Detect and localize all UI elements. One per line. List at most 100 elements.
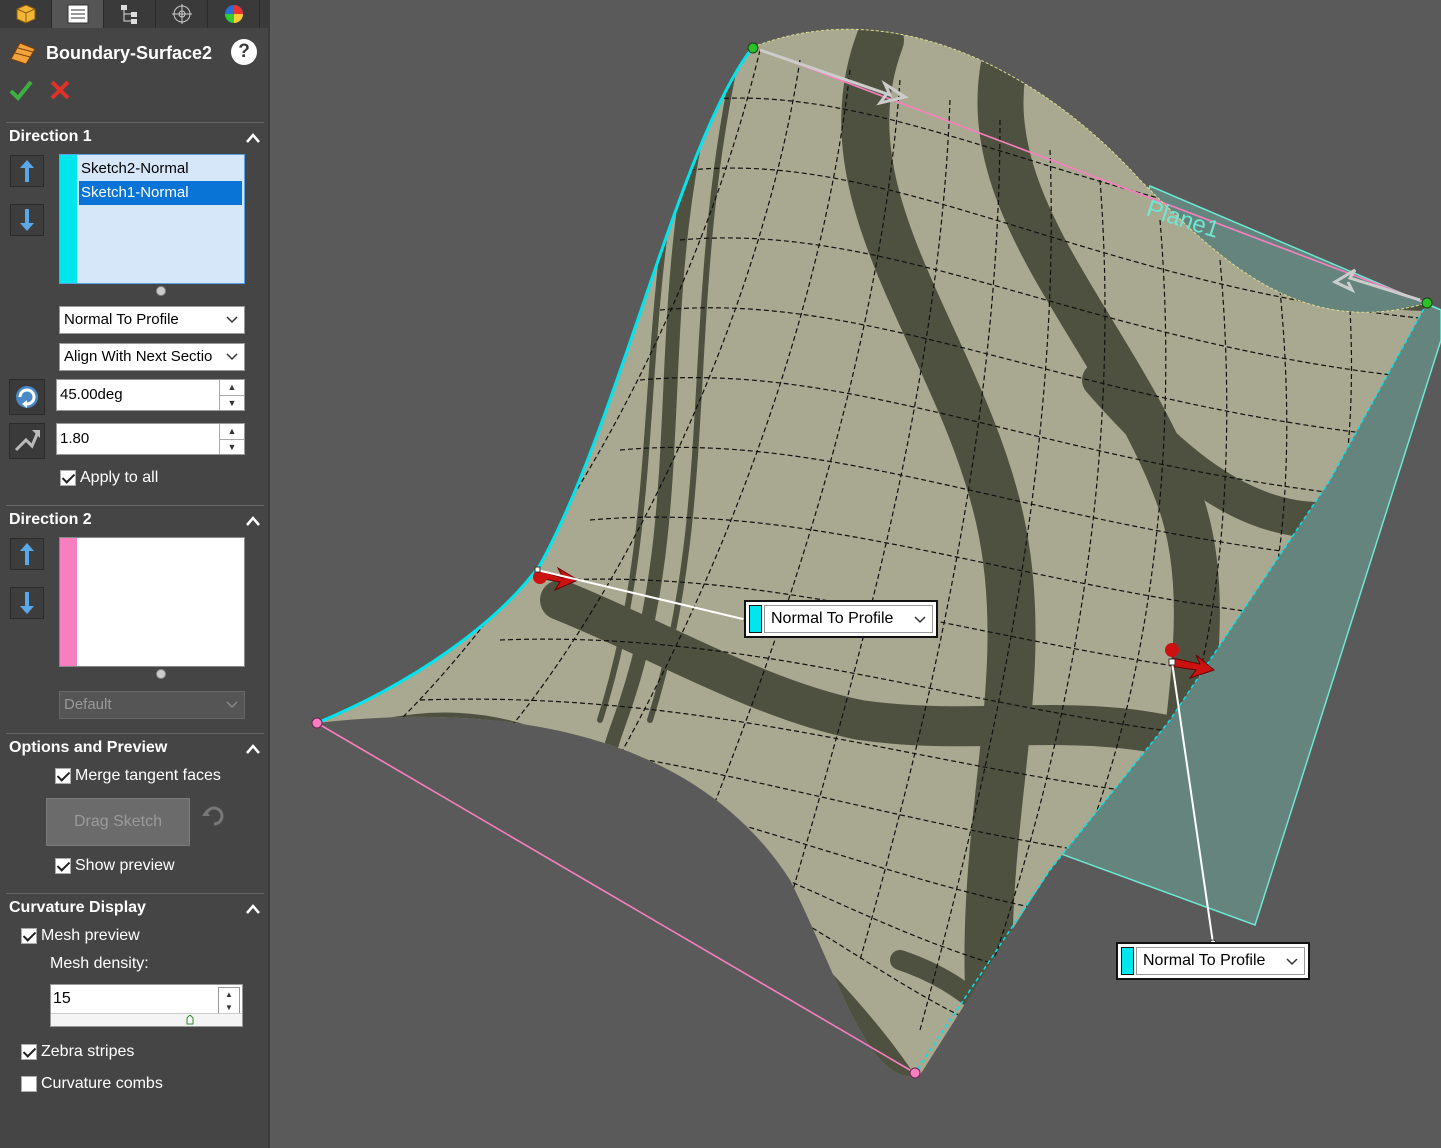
- checkbox-box[interactable]: [21, 1076, 37, 1092]
- tab-configuration-manager[interactable]: [104, 0, 156, 28]
- mesh-density-slider[interactable]: [51, 1013, 242, 1026]
- collapse-caret-icon[interactable]: [246, 131, 260, 145]
- endpoint-pink[interactable]: [311, 717, 323, 729]
- mesh-preview-checkbox[interactable]: Mesh preview: [21, 927, 140, 945]
- checkbox-box[interactable]: [60, 470, 76, 486]
- drag-sketch-button: Drag Sketch: [46, 798, 190, 846]
- draft-angle-input[interactable]: 45.00deg ▲ ▼: [56, 379, 245, 411]
- move-down-button[interactable]: [10, 204, 44, 236]
- list-item[interactable]: Sketch2-Normal: [79, 157, 242, 181]
- feature-header: Boundary-Surface2 ?: [8, 38, 263, 68]
- tab-dimxpert-manager[interactable]: [156, 0, 208, 28]
- direction1-color-strip: [60, 155, 77, 283]
- chevron-down-icon: [226, 316, 238, 324]
- checkbox-box[interactable]: [21, 1044, 37, 1060]
- slider-thumb[interactable]: [186, 1015, 194, 1025]
- curvature-header[interactable]: Curvature Display: [6, 893, 264, 921]
- chevron-down-icon: [226, 701, 238, 709]
- chevron-down-icon[interactable]: [914, 615, 926, 625]
- graphics-viewport[interactable]: Plane1 Normal To Profile Normal To Profi…: [270, 0, 1441, 1148]
- apply-to-all-checkbox[interactable]: Apply to all: [60, 469, 158, 487]
- direction1-profile-list[interactable]: Sketch2-Normal Sketch1-Normal: [59, 154, 245, 284]
- checkbox-box[interactable]: [55, 858, 71, 874]
- endpoint-green[interactable]: [747, 42, 759, 54]
- move-up-button[interactable]: [10, 538, 44, 570]
- zebra-stripes-label: Zebra stripes: [41, 1043, 135, 1060]
- curvature-combs-checkbox[interactable]: Curvature combs: [21, 1075, 163, 1093]
- alignment-value: Align With Next Sectio: [64, 348, 213, 365]
- tangent-callout-2[interactable]: Normal To Profile: [1116, 942, 1310, 980]
- arrow-up-icon: [20, 543, 34, 565]
- boundary-surface-icon: [10, 42, 36, 65]
- direction1-alignment-select[interactable]: Align With Next Sectio: [59, 343, 245, 371]
- show-preview-label: Show preview: [75, 857, 175, 874]
- undo-sketch-drag-icon: [202, 806, 224, 826]
- options-title: Options and Preview: [9, 739, 168, 756]
- draft-angle-value: 45.00deg: [60, 386, 123, 403]
- collapse-caret-icon[interactable]: [246, 902, 260, 916]
- arrow-down-icon: [20, 592, 34, 614]
- direction1-header[interactable]: Direction 1: [6, 122, 264, 150]
- tangent-length-value: 1.80: [60, 430, 90, 447]
- callout-color-strip: [749, 605, 762, 633]
- checkbox-box[interactable]: [55, 768, 71, 784]
- move-down-button[interactable]: [10, 587, 44, 619]
- spin-up-button[interactable]: ▲: [220, 424, 244, 440]
- mesh-preview-label: Mesh preview: [41, 927, 140, 944]
- arrow-down-icon: [20, 209, 34, 231]
- mesh-density-value: 15: [53, 990, 71, 1007]
- callout-value: Normal To Profile: [1143, 952, 1266, 969]
- direction2-tangent-select: Default: [59, 691, 245, 719]
- config-tree-icon: [120, 5, 137, 24]
- spin-up-button[interactable]: ▲: [219, 988, 239, 1001]
- tangent-type-value: Normal To Profile: [64, 311, 179, 328]
- direction2-header[interactable]: Direction 2: [6, 505, 264, 533]
- help-icon[interactable]: ?: [231, 39, 257, 65]
- tab-display-manager[interactable]: [208, 0, 260, 28]
- mesh-density-label: Mesh density:: [50, 955, 149, 972]
- arrow-up-icon: [20, 160, 34, 182]
- ok-checkmark-icon[interactable]: [8, 78, 34, 102]
- direction1-title: Direction 1: [9, 128, 92, 145]
- crosshair-icon: [171, 4, 192, 24]
- mesh-density-input[interactable]: 15 ▲ ▼: [50, 984, 243, 1027]
- part-icon: [16, 4, 35, 24]
- manager-tabs: [0, 0, 268, 28]
- list-item[interactable]: Sketch1-Normal: [79, 181, 242, 205]
- merge-tangent-faces-checkbox[interactable]: Merge tangent faces: [55, 767, 221, 785]
- options-header[interactable]: Options and Preview: [6, 733, 264, 761]
- list-resize-handle[interactable]: [156, 286, 166, 296]
- checkbox-box[interactable]: [21, 928, 37, 944]
- list-resize-handle[interactable]: [156, 669, 166, 679]
- merge-tangent-faces-label: Merge tangent faces: [75, 767, 221, 784]
- tangent-type-value: Default: [64, 696, 112, 713]
- show-preview-checkbox[interactable]: Show preview: [55, 857, 175, 875]
- direction2-curve-list[interactable]: [59, 537, 245, 667]
- callout-color-strip: [1121, 947, 1134, 975]
- spin-down-button[interactable]: ▼: [220, 396, 244, 411]
- property-manager: Boundary-Surface2 ? Direction 1 Sketch2-…: [0, 0, 270, 1148]
- cancel-x-icon[interactable]: [48, 78, 72, 102]
- tab-property-manager[interactable]: [52, 0, 104, 28]
- tab-feature-manager[interactable]: [0, 0, 52, 28]
- draft-angle-icon: [9, 379, 45, 415]
- curvature-combs-label: Curvature combs: [41, 1075, 163, 1092]
- spin-up-button[interactable]: ▲: [220, 380, 244, 396]
- direction1-tangent-select[interactable]: Normal To Profile: [59, 306, 245, 334]
- collapse-caret-icon[interactable]: [246, 514, 260, 528]
- callout-value: Normal To Profile: [771, 610, 894, 627]
- tangent-length-input[interactable]: 1.80 ▲ ▼: [56, 423, 245, 455]
- tangent-callout-1[interactable]: Normal To Profile: [744, 600, 938, 638]
- direction2-title: Direction 2: [9, 511, 92, 528]
- direction2-color-strip: [60, 538, 77, 666]
- endpoint-pink[interactable]: [909, 1067, 921, 1079]
- zebra-stripes-checkbox[interactable]: Zebra stripes: [21, 1043, 134, 1061]
- endpoint-green[interactable]: [1421, 297, 1433, 309]
- curvature-title: Curvature Display: [9, 899, 146, 916]
- ok-cancel-group: [8, 78, 72, 102]
- collapse-caret-icon[interactable]: [246, 742, 260, 756]
- appearance-ball-icon: [224, 5, 243, 23]
- spin-down-button[interactable]: ▼: [220, 440, 244, 455]
- chevron-down-icon[interactable]: [1286, 957, 1298, 967]
- move-up-button[interactable]: [10, 155, 44, 187]
